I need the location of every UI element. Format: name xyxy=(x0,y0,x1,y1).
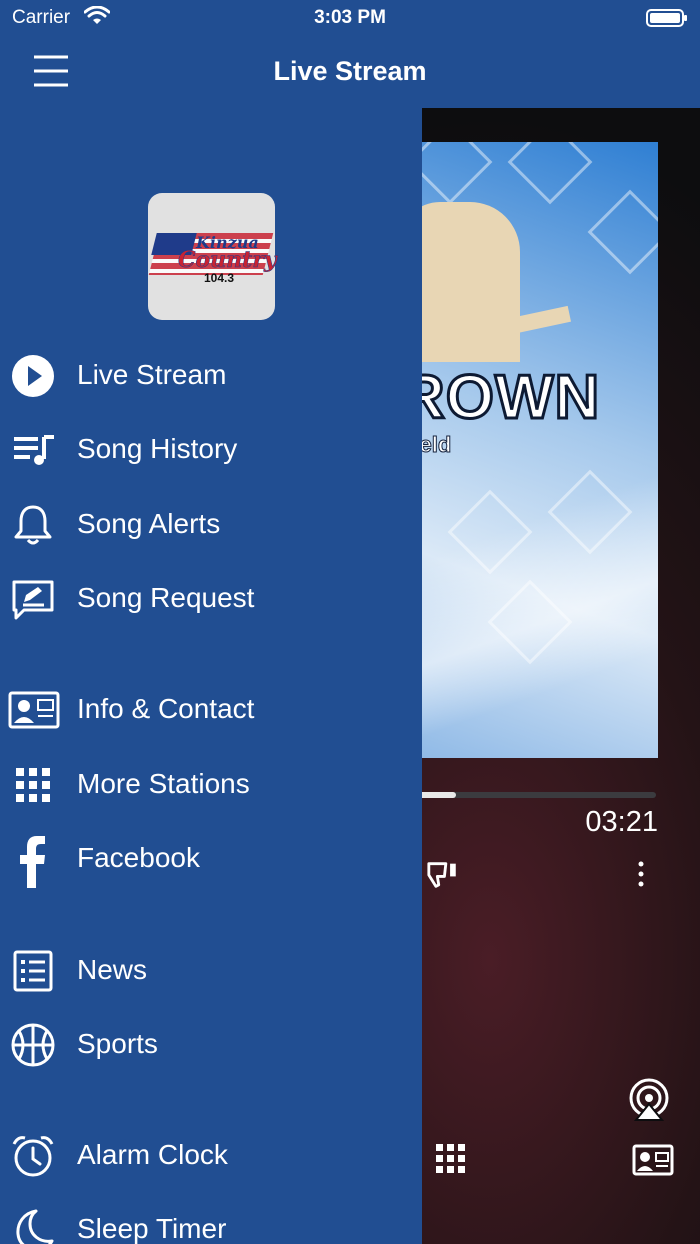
menu-item-facebook[interactable]: Facebook xyxy=(0,828,422,888)
menu-item-song-history[interactable]: Song History xyxy=(0,419,422,479)
menu-item-song-request[interactable]: Song Request xyxy=(0,568,422,628)
menu-item-label: Info & Contact xyxy=(77,693,255,724)
alarm-clock-icon xyxy=(10,1133,56,1179)
status-time: 3:03 PM xyxy=(314,7,386,28)
facebook-icon xyxy=(10,835,56,888)
menu-item-label: Sleep Timer xyxy=(77,1213,227,1244)
menu-item-news[interactable]: News xyxy=(0,940,422,1000)
menu-item-sports[interactable]: Sports xyxy=(0,1014,422,1074)
menu-item-more-stations[interactable]: More Stations xyxy=(0,754,422,814)
navigation-drawer: Kinzua Country 104.3 Live Stream Song Hi… xyxy=(0,108,422,1244)
artwork-hex-shape xyxy=(547,469,633,555)
menu-item-label: Live Stream xyxy=(77,359,227,390)
grid-icon xyxy=(10,762,56,808)
menu-item-label: News xyxy=(77,954,148,985)
menu-item-live-stream[interactable]: Live Stream xyxy=(0,345,422,405)
battery-icon xyxy=(646,8,688,33)
menu-item-alarm-clock[interactable]: Alarm Clock xyxy=(0,1125,422,1185)
menu-item-info-contact[interactable]: Info & Contact xyxy=(0,679,422,739)
bell-icon xyxy=(10,502,56,548)
album-artwork: ROWN hield xyxy=(400,142,658,758)
progress-bar[interactable] xyxy=(400,792,656,798)
menu-item-label: Facebook xyxy=(77,842,200,873)
artwork-title-text: ROWN xyxy=(400,362,601,434)
artwork-hex-shape xyxy=(507,142,593,205)
moon-icon xyxy=(10,1207,56,1244)
logo-text-line3: 104.3 xyxy=(204,271,235,285)
grid-icon[interactable] xyxy=(436,1144,466,1179)
menu-item-label: Song Alerts xyxy=(77,508,221,539)
thumbs-down-icon[interactable] xyxy=(426,858,460,897)
menu-item-label: Sports xyxy=(77,1028,158,1059)
menu-item-label: Song Request xyxy=(77,582,255,613)
top-bar: Carrier 3:03 PM Live Stream xyxy=(0,0,700,108)
menu-item-label: Song History xyxy=(77,433,238,464)
logo-text-line2: Country xyxy=(178,247,277,274)
menu-item-sleep-timer[interactable]: Sleep Timer xyxy=(0,1199,422,1244)
contact-card-icon[interactable] xyxy=(632,1144,674,1181)
artwork-hex-shape xyxy=(487,579,573,665)
news-list-icon xyxy=(10,948,56,994)
artwork-hex-shape xyxy=(587,189,658,275)
menu-item-label: Alarm Clock xyxy=(77,1139,228,1170)
station-logo: Kinzua Country 104.3 xyxy=(148,193,277,320)
menu-item-label: More Stations xyxy=(77,768,250,799)
basketball-icon xyxy=(10,1022,56,1068)
more-options-icon[interactable] xyxy=(632,860,650,893)
page-title: Live Stream xyxy=(273,56,427,86)
contact-card-icon xyxy=(8,687,60,733)
request-edit-icon xyxy=(10,576,56,622)
nav-bar: Live Stream xyxy=(0,36,700,108)
artwork-hex-shape xyxy=(447,489,533,575)
play-circle-icon xyxy=(10,353,56,399)
status-bar: Carrier 3:03 PM xyxy=(0,0,700,36)
playlist-icon xyxy=(10,427,56,473)
duration-label: 03:21 xyxy=(585,806,658,838)
menu-item-song-alerts[interactable]: Song Alerts xyxy=(0,494,422,554)
airplay-icon[interactable] xyxy=(628,1078,670,1127)
